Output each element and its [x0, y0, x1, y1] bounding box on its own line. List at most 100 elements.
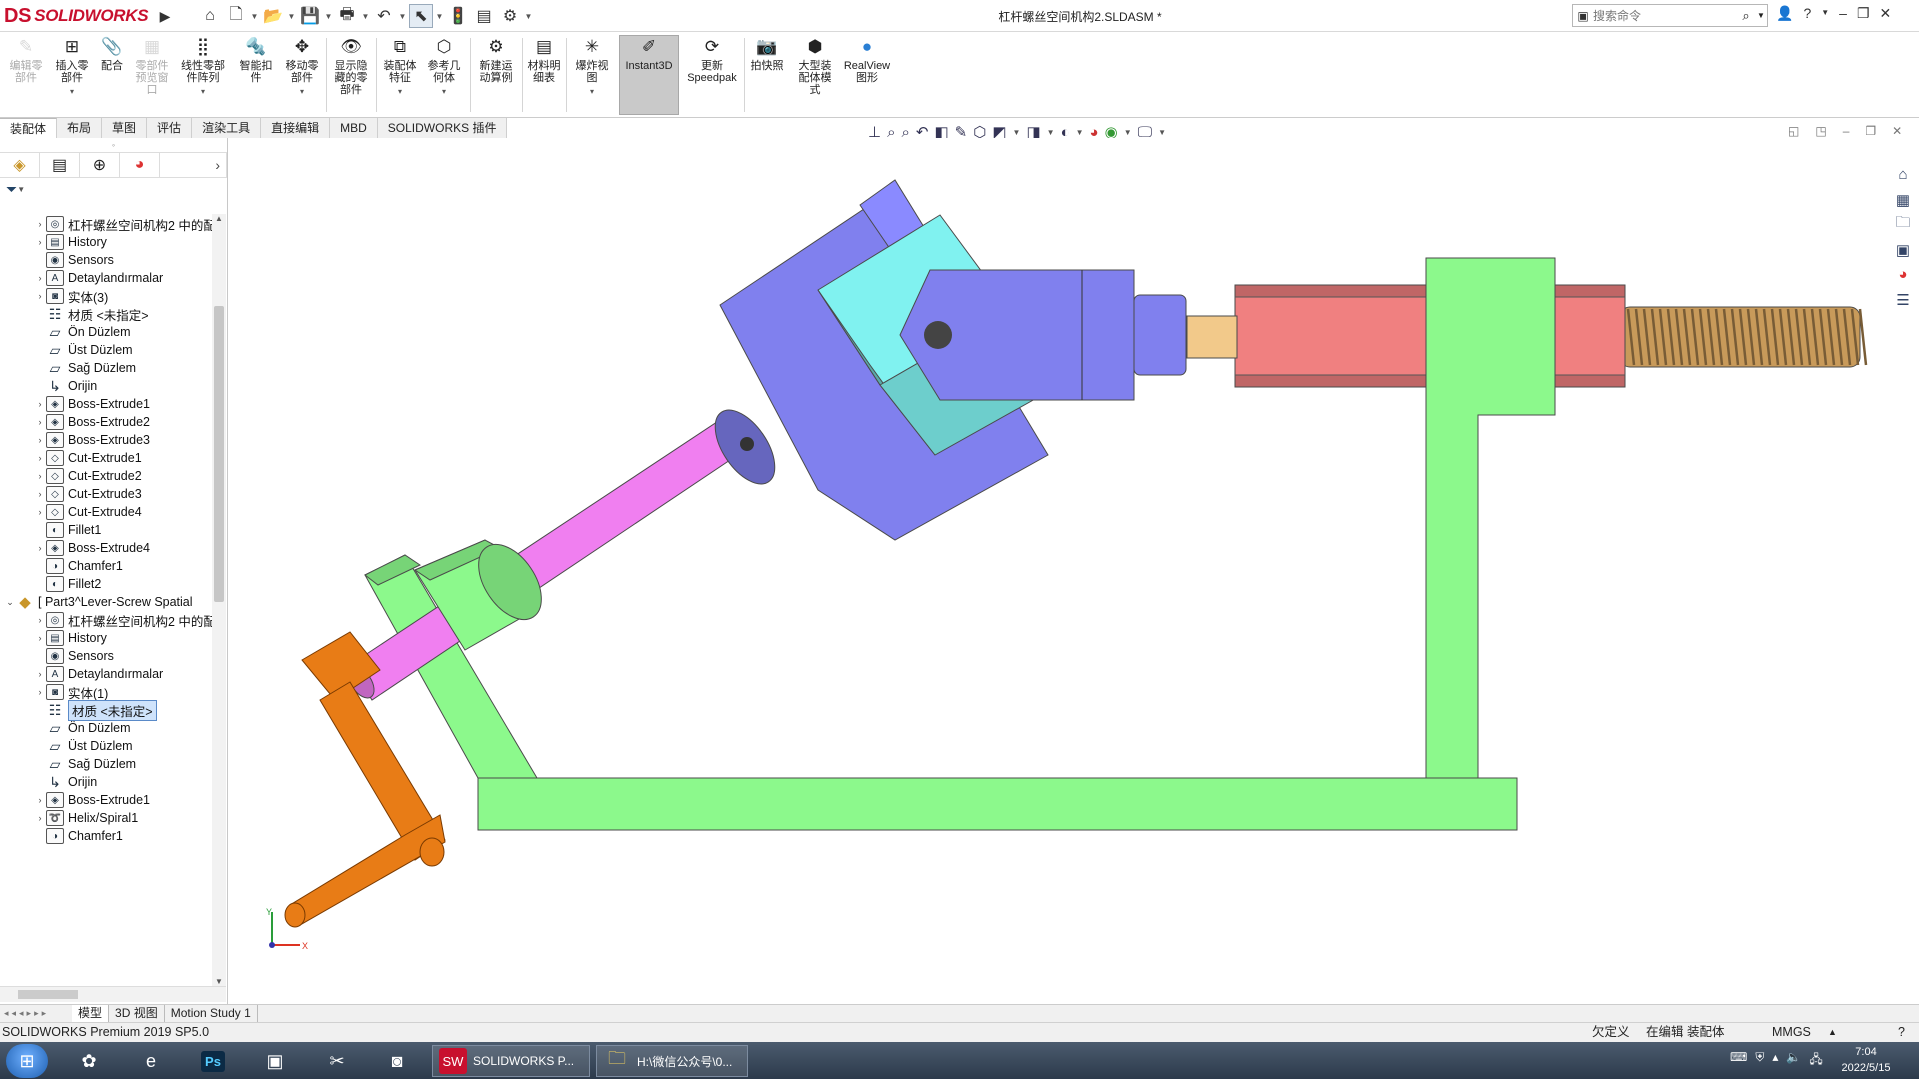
viewport-tile-left-icon[interactable]: ◱: [1788, 124, 1799, 138]
save-dropdown-icon[interactable]: ▼: [324, 4, 333, 28]
tree-item[interactable]: › ◈ Boss-Extrude1: [34, 790, 150, 810]
quick-tips-icon[interactable]: ?: [1898, 1023, 1905, 1042]
unit-system[interactable]: MMGS: [1772, 1023, 1811, 1042]
expand-arrow-icon[interactable]: ⌄: [4, 597, 16, 608]
undo-icon[interactable]: ↶: [372, 4, 396, 28]
insert-component-button[interactable]: ⊞ 插入零部件 ▾: [52, 36, 92, 98]
tab-scroll-arrows[interactable]: ◂◂◂▸▸▸: [0, 1008, 72, 1019]
smart-fasteners-button[interactable]: 🔩 智能扣件: [236, 36, 276, 84]
display-dropdown-icon[interactable]: ▼: [1158, 128, 1166, 137]
expand-arrow-icon[interactable]: ›: [34, 633, 46, 643]
tree-item[interactable]: ☷ 材质 <未指定>: [34, 304, 149, 324]
insert-component-dropdown-icon[interactable]: ▾: [70, 86, 74, 98]
tree-scroll-thumb[interactable]: [214, 306, 224, 602]
tree-item[interactable]: › ◙ 实体(3): [34, 286, 108, 306]
hide-show-dropdown-icon[interactable]: ▼: [1047, 128, 1055, 137]
tree-item[interactable]: › ➰ Helix/Spiral1: [34, 808, 138, 828]
mate-button[interactable]: 📎 配合: [96, 36, 128, 72]
tree-item[interactable]: › ◈ Boss-Extrude1: [34, 394, 150, 414]
tan-shaft[interactable]: [1186, 315, 1238, 359]
print-icon[interactable]: 🖶: [335, 4, 359, 28]
tree-item[interactable]: › ▤ History: [34, 628, 107, 648]
tree-item[interactable]: ▱ Üst Düzlem: [34, 340, 133, 360]
viewport-close-icon[interactable]: ✕: [1892, 124, 1902, 138]
close-icon[interactable]: ✕: [1880, 5, 1892, 22]
tools-app-icon[interactable]: ✂: [310, 1045, 364, 1077]
tree-item[interactable]: ▱ Ön Düzlem: [34, 322, 131, 342]
tab-model[interactable]: 模型: [72, 1004, 110, 1023]
scroll-down-icon[interactable]: ▼: [212, 977, 226, 986]
taskbar-explorer-window[interactable]: 🗀 H:\微信公众号\0...: [596, 1045, 748, 1077]
tab-motion-study-1[interactable]: Motion Study 1: [165, 1004, 258, 1023]
new-motion-study-button[interactable]: ⚙ 新建运动算例: [474, 36, 518, 84]
large-assembly-mode-button[interactable]: ⬢ 大型装配体模式: [792, 36, 838, 96]
tab-solidworks-addins[interactable]: SOLIDWORKS 插件: [377, 118, 508, 138]
scroll-up-icon[interactable]: ▲: [212, 214, 226, 226]
file-explorer-folder-icon[interactable]: 🗀: [1892, 214, 1914, 235]
save-icon[interactable]: 💾: [298, 4, 322, 28]
show-hidden-components-button[interactable]: 👁 显示隐藏的零部件: [330, 36, 372, 96]
taskbar-clock[interactable]: 7:04 2022/5/15: [1826, 1044, 1906, 1076]
expand-arrow-icon[interactable]: ›: [34, 453, 46, 463]
more-tabs-chevron-icon[interactable]: ›: [215, 153, 227, 177]
volume-icon[interactable]: 🔈: [1786, 1050, 1801, 1071]
tree-item[interactable]: › ◈ Boss-Extrude3: [34, 430, 150, 450]
help-icon[interactable]: ?: [1803, 5, 1811, 22]
tree-item[interactable]: › A Detaylandırmalar: [34, 268, 163, 288]
tree-item[interactable]: ◑ Chamfer1: [34, 826, 123, 846]
expand-arrow-icon[interactable]: ›: [34, 291, 46, 301]
expand-arrow-icon[interactable]: ›: [34, 813, 46, 823]
graphics-area[interactable]: Y X: [229, 138, 1890, 1004]
search-icon[interactable]: ⌕: [1735, 8, 1757, 24]
tab-render-tools[interactable]: 渲染工具: [192, 118, 262, 138]
expand-arrow-icon[interactable]: ›: [34, 417, 46, 427]
blue-bushing[interactable]: [1133, 294, 1187, 376]
search-dropdown-icon[interactable]: ▼: [1757, 11, 1767, 20]
realview-graphics-button[interactable]: ● RealView图形: [842, 36, 892, 84]
expand-arrow-icon[interactable]: ›: [34, 399, 46, 409]
property-manager-tab-icon[interactable]: ▤: [40, 153, 80, 177]
view-palette-icon[interactable]: ▣: [1892, 239, 1914, 260]
tree-item[interactable]: › ◎ 杠杆螺丝空间机构2 中的配: [34, 214, 212, 234]
tree-item[interactable]: › ◎ 杠杆螺丝空间机构2 中的配: [34, 610, 212, 630]
tree-item[interactable]: ◉ Sensors: [34, 646, 114, 666]
reference-geometry-button[interactable]: ⬡ 参考几何体 ▾: [424, 36, 464, 98]
ie-browser-icon[interactable]: e: [124, 1045, 178, 1077]
move-component-button[interactable]: ✥ 移动零部件 ▾: [282, 36, 322, 98]
taskbar-app-icon[interactable]: ✿: [62, 1045, 116, 1077]
unit-system-arrow-icon[interactable]: ▲: [1828, 1023, 1837, 1042]
options-gear-icon[interactable]: ⚙: [498, 4, 522, 28]
search-input[interactable]: 搜索命令: [1593, 7, 1735, 24]
expand-arrow-icon[interactable]: ›: [34, 471, 46, 481]
expand-arrow-icon[interactable]: ›: [34, 507, 46, 517]
display-manager-tab-icon[interactable]: ◕: [120, 153, 160, 177]
expand-arrow-icon[interactable]: ›: [34, 543, 46, 553]
tree-item[interactable]: ▱ Ön Düzlem: [34, 718, 131, 738]
assembly-features-dropdown-icon[interactable]: ▾: [398, 86, 402, 98]
undo-dropdown-icon[interactable]: ▼: [398, 4, 407, 28]
tree-item[interactable]: ◑ Chamfer1: [34, 556, 123, 576]
new-document-icon[interactable]: 🗋: [224, 4, 248, 28]
design-library-icon[interactable]: ▦: [1892, 189, 1914, 210]
open-dropdown-icon[interactable]: ▼: [287, 4, 296, 28]
custom-properties-icon[interactable]: ☰: [1892, 289, 1914, 310]
file-properties-icon[interactable]: ▤: [472, 4, 496, 28]
instant3d-button[interactable]: ✐ Instant3D: [619, 35, 679, 115]
tree-item[interactable]: ⌄ ◆ [ Part3^Lever-Screw Spatial: [4, 592, 192, 612]
expand-arrow-icon[interactable]: ›: [34, 219, 46, 229]
expand-arrow-icon[interactable]: ›: [34, 435, 46, 445]
expand-arrow-icon[interactable]: ›: [34, 795, 46, 805]
panel-grip[interactable]: ◦: [0, 138, 227, 152]
user-icon[interactable]: 👤: [1776, 5, 1793, 22]
expand-arrow-icon[interactable]: ›: [34, 237, 46, 247]
component-preview-button[interactable]: ▦ 零部件预览窗口: [132, 36, 172, 96]
assembly-model[interactable]: Y X: [229, 138, 1890, 1004]
linear-pattern-button[interactable]: ⣿ 线性零部件阵列 ▾: [178, 36, 228, 98]
options-dropdown-icon[interactable]: ▼: [524, 4, 533, 28]
open-icon[interactable]: 📂: [261, 4, 285, 28]
tree-item[interactable]: ▱ Üst Düzlem: [34, 736, 133, 756]
tree-item[interactable]: ◐ Fillet2: [34, 574, 101, 594]
tree-item[interactable]: › ◈ Boss-Extrude2: [34, 412, 150, 432]
search-commands-box[interactable]: ▣ 搜索命令 ⌕ ▼: [1572, 4, 1768, 27]
tree-item[interactable]: › ◇ Cut-Extrude3: [34, 484, 142, 504]
